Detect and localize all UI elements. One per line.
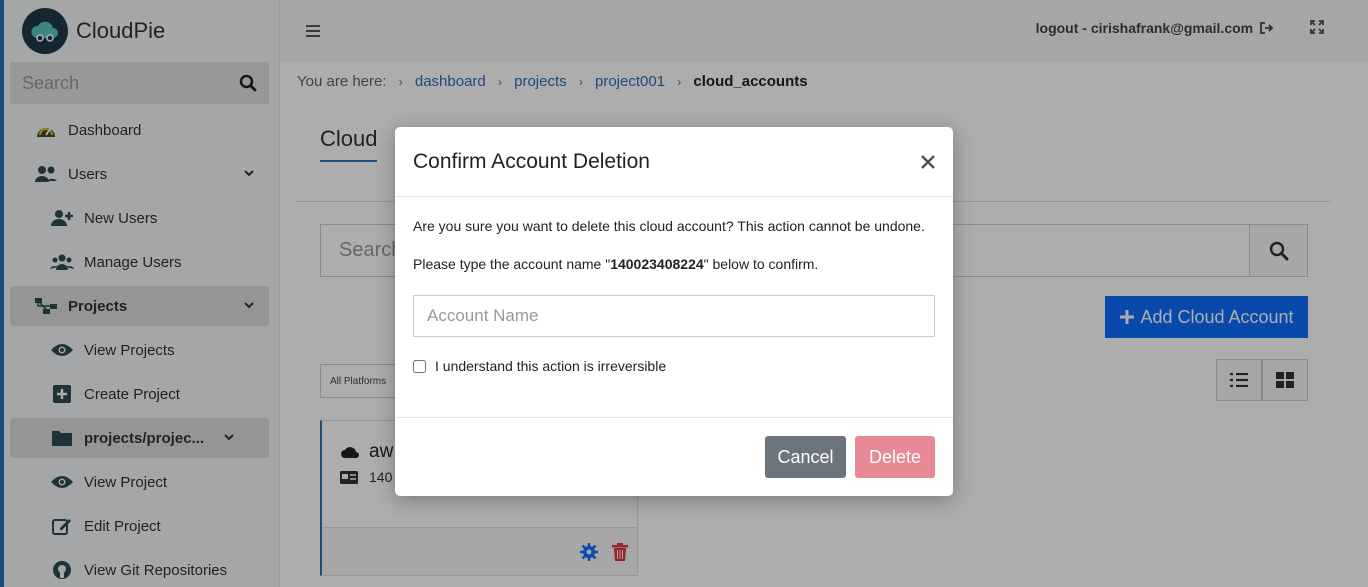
irreversible-checkbox[interactable] (413, 359, 426, 373)
modal-body: Are you sure you want to delete this clo… (395, 197, 953, 377)
delete-button[interactable]: Delete (855, 436, 935, 478)
cancel-button[interactable]: Cancel (765, 436, 846, 478)
account-name-to-type: 140023408224 (610, 256, 704, 272)
modal-confirm-instruction: Please type the account name "1400234082… (413, 256, 819, 272)
modal-footer: Cancel Delete (395, 417, 953, 496)
modal-title: Confirm Account Deletion (413, 149, 650, 173)
modal-warning-text: Are you sure you want to delete this clo… (413, 218, 925, 234)
irreversible-checkbox-label: I understand this action is irreversible (435, 358, 667, 374)
confirm-deletion-modal: Confirm Account Deletion Are you sure yo… (395, 127, 953, 496)
modal-header: Confirm Account Deletion (395, 127, 953, 197)
irreversible-checkbox-row[interactable]: I understand this action is irreversible (413, 355, 935, 377)
close-icon[interactable] (921, 148, 935, 176)
account-name-input[interactable] (413, 295, 935, 337)
